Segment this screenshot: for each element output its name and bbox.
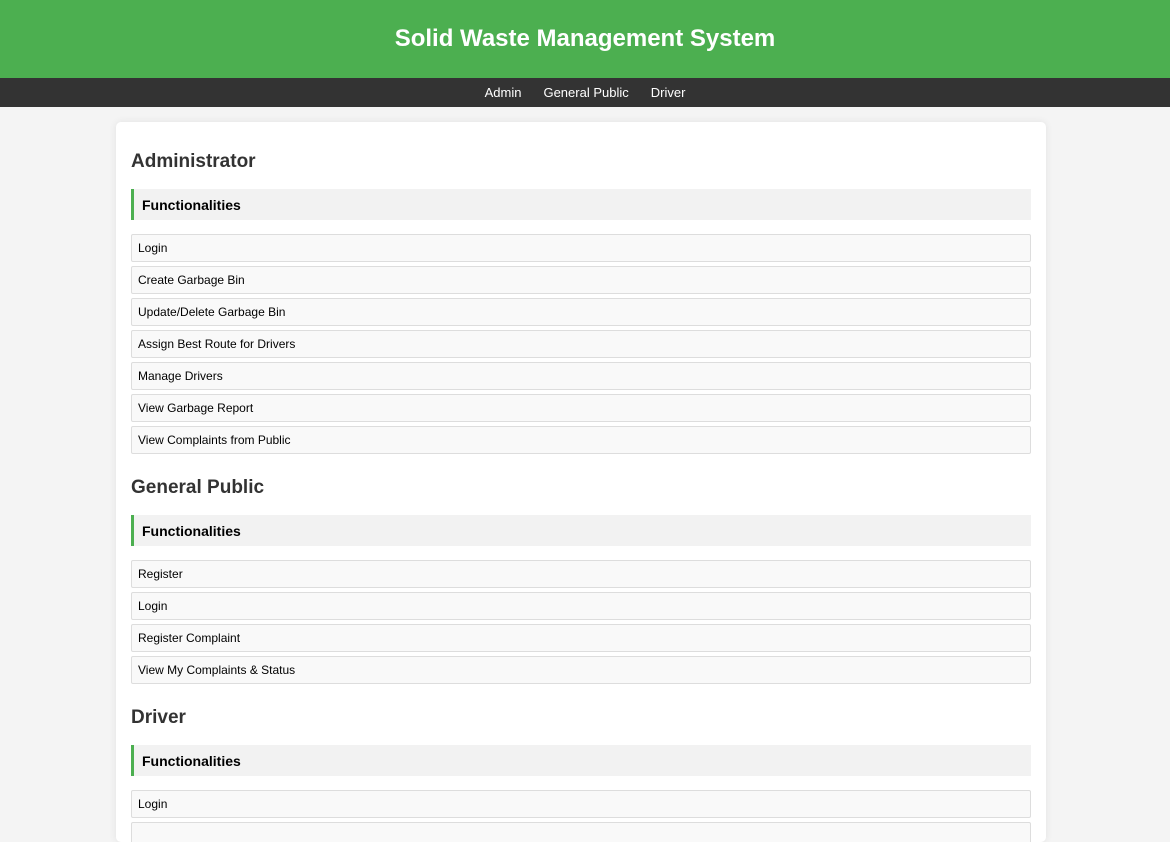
main-content: Administrator Functionalities Login Crea… <box>116 122 1046 842</box>
functionalities-header: Functionalities <box>131 189 1031 220</box>
functionality-list: Login Create Garbage Bin Update/Delete G… <box>131 234 1031 454</box>
functionality-item-partial[interactable] <box>131 822 1031 842</box>
section-driver: Driver Functionalities Login <box>131 707 1031 842</box>
section-title: General Public <box>131 477 265 498</box>
app-header: Solid Waste Management System <box>0 0 1170 78</box>
functionality-item-view-complaints[interactable]: View Complaints from Public <box>131 426 1031 454</box>
functionality-list: Login <box>131 790 1031 842</box>
nav-link-admin[interactable]: Admin <box>485 85 522 100</box>
section-general-public: General Public Functionalities Register … <box>131 477 1031 684</box>
functionality-item-update-delete-garbage-bin[interactable]: Update/Delete Garbage Bin <box>131 298 1031 326</box>
section-administrator: Administrator Functionalities Login Crea… <box>131 151 1031 454</box>
section-title: Administrator <box>131 151 256 172</box>
section-title: Driver <box>131 707 186 728</box>
functionality-item-login[interactable]: Login <box>131 234 1031 262</box>
functionality-item-login[interactable]: Login <box>131 790 1031 818</box>
functionality-item-register[interactable]: Register <box>131 560 1031 588</box>
functionalities-header: Functionalities <box>131 745 1031 776</box>
nav-link-general-public[interactable]: General Public <box>543 85 628 100</box>
functionality-item-create-garbage-bin[interactable]: Create Garbage Bin <box>131 266 1031 294</box>
functionality-item-assign-best-route[interactable]: Assign Best Route for Drivers <box>131 330 1031 358</box>
functionality-item-register-complaint[interactable]: Register Complaint <box>131 624 1031 652</box>
functionality-item-manage-drivers[interactable]: Manage Drivers <box>131 362 1031 390</box>
functionalities-header: Functionalities <box>131 515 1031 546</box>
nav-link-driver[interactable]: Driver <box>651 85 686 100</box>
functionality-item-view-my-complaints[interactable]: View My Complaints & Status <box>131 656 1031 684</box>
top-nav: Admin General Public Driver <box>0 78 1170 107</box>
functionality-item-login[interactable]: Login <box>131 592 1031 620</box>
functionality-item-view-garbage-report[interactable]: View Garbage Report <box>131 394 1031 422</box>
app-title: Solid Waste Management System <box>394 25 776 52</box>
functionality-list: Register Login Register Complaint View M… <box>131 560 1031 684</box>
